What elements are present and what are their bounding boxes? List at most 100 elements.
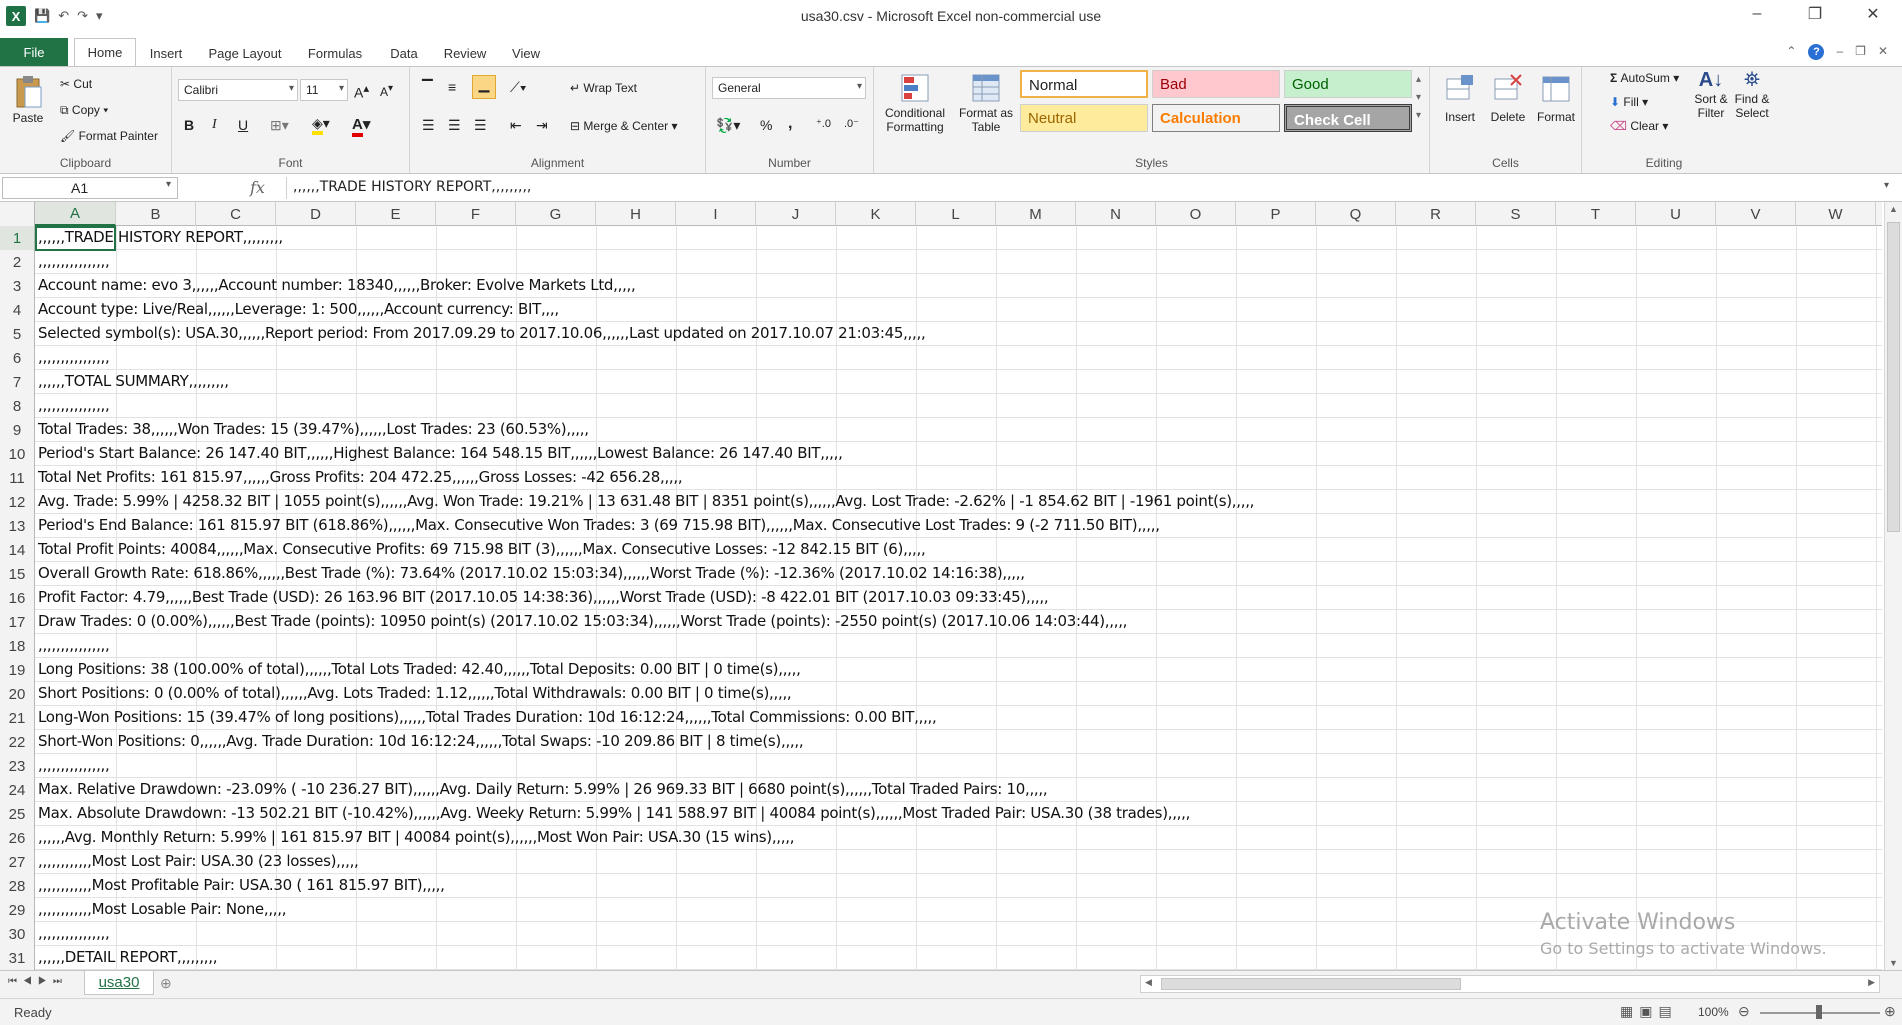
- sheet-tab-usa30[interactable]: usa30: [84, 971, 154, 995]
- row-header[interactable]: 14: [0, 538, 35, 562]
- align-left-icon[interactable]: ☰: [422, 117, 435, 134]
- row-header[interactable]: 13: [0, 514, 35, 538]
- column-header-m[interactable]: M: [996, 202, 1076, 226]
- currency-icon[interactable]: 💱▾: [716, 117, 740, 134]
- insert-cells-button[interactable]: Insert: [1440, 73, 1480, 124]
- workbook-close-icon[interactable]: ✕: [1878, 44, 1888, 60]
- cell-a[interactable]: ,,,,,,,,,,,,,,,,: [38, 756, 110, 774]
- row-header[interactable]: 25: [0, 802, 35, 826]
- column-header-g[interactable]: G: [516, 202, 596, 226]
- column-header-h[interactable]: H: [596, 202, 676, 226]
- orientation-icon[interactable]: ⟋▾: [510, 79, 527, 96]
- expand-formula-icon[interactable]: ▾: [1884, 180, 1889, 191]
- name-box-dropdown-icon[interactable]: ▾: [166, 179, 171, 190]
- help-icon[interactable]: ?: [1808, 44, 1825, 60]
- new-sheet-icon[interactable]: ⊕: [160, 975, 172, 992]
- row-header[interactable]: 21: [0, 706, 35, 730]
- worksheet-grid[interactable]: ABCDEFGHIJKLMNOPQRSTUVW 1 ,,,,,,TRADE HIS…: [0, 202, 1882, 970]
- format-cells-button[interactable]: Format: [1536, 73, 1576, 124]
- cell-a[interactable]: Max. Relative Drawdown: -23.09% ( -10 23…: [38, 780, 1048, 798]
- copy-button[interactable]: ⧉ Copy ▾: [60, 103, 108, 118]
- row-header[interactable]: 17: [0, 610, 35, 634]
- font-name-combo[interactable]: Calibri: [178, 79, 298, 101]
- column-header-q[interactable]: Q: [1316, 202, 1396, 226]
- column-header-b[interactable]: B: [116, 202, 196, 226]
- fill-color-icon[interactable]: ◈▾: [312, 115, 330, 135]
- fill-button[interactable]: ⬇ Fill ▾: [1610, 95, 1648, 109]
- column-header-n[interactable]: N: [1076, 202, 1156, 226]
- cut-button[interactable]: ✂ Cut: [60, 77, 92, 91]
- shrink-font-icon[interactable]: A▾: [380, 83, 393, 99]
- row-header[interactable]: 31: [0, 946, 35, 970]
- decrease-decimal-icon[interactable]: .0⁻: [844, 117, 859, 130]
- row-header[interactable]: 20: [0, 682, 35, 706]
- vertical-scroll-thumb[interactable]: [1887, 222, 1900, 532]
- row-header[interactable]: 23: [0, 754, 35, 778]
- restore-button[interactable]: ❐: [1786, 0, 1844, 28]
- scroll-left-icon[interactable]: ◀: [1145, 977, 1152, 988]
- top-align-icon[interactable]: ▔: [422, 79, 433, 96]
- column-header-e[interactable]: E: [356, 202, 436, 226]
- minimize-ribbon-icon[interactable]: ⌃: [1786, 44, 1796, 60]
- grow-font-icon[interactable]: A▴: [354, 81, 369, 101]
- horizontal-scrollbar[interactable]: ◀ ▶: [1140, 975, 1880, 993]
- formula-input[interactable]: ,,,,,,TRADE HISTORY REPORT,,,,,,,,,: [286, 177, 1876, 199]
- comma-button[interactable]: ,: [788, 115, 792, 133]
- select-all-corner[interactable]: [0, 202, 35, 226]
- zoom-level[interactable]: 100%: [1698, 1005, 1729, 1019]
- cell-a[interactable]: Max. Absolute Drawdown: -13 502.21 BIT (…: [38, 804, 1190, 822]
- column-header-i[interactable]: I: [676, 202, 756, 226]
- cell-a[interactable]: ,,,,,,,,,,,,,,,,: [38, 348, 110, 366]
- row-header[interactable]: 12: [0, 490, 35, 514]
- row-header[interactable]: 2: [0, 250, 35, 274]
- underline-button[interactable]: U: [238, 117, 248, 133]
- cell-a[interactable]: ,,,,,,TOTAL SUMMARY,,,,,,,,,: [38, 372, 229, 390]
- column-header-c[interactable]: C: [196, 202, 276, 226]
- column-header-v[interactable]: V: [1716, 202, 1796, 226]
- cell-a[interactable]: Short-Won Positions: 0,,,,,,Avg. Trade D…: [38, 732, 804, 750]
- cell-a[interactable]: ,,,,,,,,,,,,,,,,: [38, 636, 110, 654]
- format-painter-button[interactable]: 🖌 Format Painter: [60, 129, 158, 143]
- column-header-u[interactable]: U: [1636, 202, 1716, 226]
- column-header-l[interactable]: L: [916, 202, 996, 226]
- row-header[interactable]: 18: [0, 634, 35, 658]
- scroll-right-icon[interactable]: ▶: [1868, 977, 1875, 988]
- cell-a[interactable]: Period's Start Balance: 26 147.40 BIT,,,…: [38, 444, 843, 462]
- cell-a[interactable]: ,,,,,,,,,,,,,,,,: [38, 924, 110, 942]
- tab-review[interactable]: Review: [436, 40, 494, 66]
- cell-a[interactable]: Total Trades: 38,,,,,,Won Trades: 15 (39…: [38, 420, 589, 438]
- cell-a[interactable]: Account type: Live/Real,,,,,,Leverage: 1…: [38, 300, 559, 318]
- bottom-align-icon[interactable]: ▁: [472, 75, 496, 99]
- style-calculation[interactable]: Calculation: [1152, 104, 1280, 132]
- style-normal[interactable]: Normal: [1020, 70, 1148, 98]
- minimize-button[interactable]: –: [1728, 0, 1786, 28]
- zoom-in-icon[interactable]: ⊕: [1884, 1003, 1896, 1020]
- merge-center-button[interactable]: ⊟ Merge & Center ▾: [570, 119, 677, 133]
- row-header[interactable]: 27: [0, 850, 35, 874]
- tab-insert[interactable]: Insert: [140, 40, 192, 66]
- cell-a[interactable]: Avg. Trade: 5.99% | 4258.32 BIT | 1055 p…: [38, 492, 1254, 510]
- row-header[interactable]: 10: [0, 442, 35, 466]
- cell-a[interactable]: ,,,,,,,,,,,,,,,,: [38, 396, 110, 414]
- row-header[interactable]: 19: [0, 658, 35, 682]
- italic-button[interactable]: I: [212, 117, 217, 133]
- cell-a[interactable]: Long Positions: 38 (100.00% of total),,,…: [38, 660, 801, 678]
- vertical-scrollbar[interactable]: ▲ ▼: [1884, 202, 1902, 970]
- sort-filter-button[interactable]: A↓ Sort & Filter: [1692, 69, 1730, 120]
- cell-a[interactable]: ,,,,,,DETAIL REPORT,,,,,,,,,: [38, 948, 218, 966]
- tab-formulas[interactable]: Formulas: [298, 40, 372, 66]
- cell-a[interactable]: ,,,,,,,,,,,,Most Lost Pair: USA.30 (23 l…: [38, 852, 359, 870]
- column-header-a[interactable]: A: [35, 202, 116, 226]
- find-select-button[interactable]: ⛯ Find & Select: [1732, 69, 1772, 120]
- row-header[interactable]: 28: [0, 874, 35, 898]
- row-header[interactable]: 3: [0, 274, 35, 298]
- column-header-r[interactable]: R: [1396, 202, 1476, 226]
- horizontal-scroll-thumb[interactable]: [1161, 978, 1461, 990]
- row-header[interactable]: 22: [0, 730, 35, 754]
- paste-button[interactable]: Paste: [10, 75, 46, 125]
- zoom-out-icon[interactable]: ⊖: [1738, 1003, 1750, 1020]
- close-button[interactable]: ✕: [1844, 0, 1902, 28]
- conditional-formatting-button[interactable]: Conditional Formatting: [880, 73, 950, 134]
- font-size-combo[interactable]: 11: [300, 79, 348, 101]
- style-check-cell[interactable]: Check Cell: [1284, 104, 1412, 132]
